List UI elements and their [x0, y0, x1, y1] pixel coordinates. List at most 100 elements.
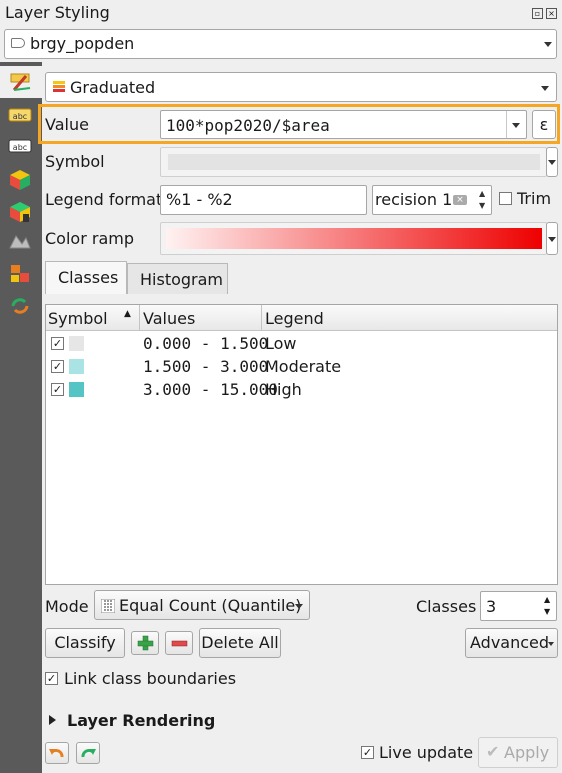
- svg-text:abc: abc: [13, 143, 27, 152]
- tab-history[interactable]: [8, 294, 32, 318]
- value-expression: 100*pop2020/$area: [166, 116, 330, 135]
- advanced-button[interactable]: Advanced: [465, 628, 558, 658]
- class-values: 0.000 - 1.500: [143, 334, 269, 353]
- renderer-selector[interactable]: Graduated: [45, 72, 557, 102]
- link-boundaries-label: Link class boundaries: [64, 669, 237, 688]
- diagram-icon: [10, 202, 30, 222]
- live-update-label: Live update: [379, 743, 474, 762]
- tab-classes[interactable]: Classes: [45, 261, 127, 294]
- clear-icon[interactable]: ×: [453, 195, 467, 205]
- divider: [261, 305, 262, 331]
- trim-checkbox[interactable]: [499, 192, 512, 205]
- trim-label: Trim: [517, 189, 552, 208]
- apply-label: Apply: [504, 743, 550, 762]
- divider: [506, 111, 507, 138]
- sort-asc-icon: ▲: [124, 309, 131, 319]
- graduated-icon: [53, 81, 65, 92]
- divider: [139, 305, 140, 331]
- rendering-icon: [11, 265, 29, 282]
- class-legend: High: [265, 380, 302, 399]
- expression-button[interactable]: ε: [532, 110, 556, 139]
- delete-all-button[interactable]: Delete All: [199, 628, 281, 658]
- link-boundaries-checkbox[interactable]: ✓: [45, 672, 58, 685]
- advanced-label: Advanced: [470, 633, 550, 652]
- undo-icon: [49, 749, 64, 758]
- chevron-down-icon: [544, 42, 552, 47]
- header-symbol[interactable]: Symbol: [48, 309, 108, 328]
- tab-histogram-label: Histogram: [140, 270, 223, 289]
- spin-up-icon[interactable]: ▲: [479, 189, 485, 199]
- float-icon[interactable]: ▫: [532, 8, 543, 19]
- table-header: Symbol ▲ Values Legend: [46, 305, 557, 331]
- row-checkbox[interactable]: ✓: [51, 360, 64, 373]
- class-values: 3.000 - 15.000: [143, 380, 278, 399]
- chevron-down-icon: [541, 86, 549, 91]
- polygon-layer-icon: [11, 38, 25, 48]
- legend-format-label: Legend format: [45, 190, 163, 209]
- value-expression-field[interactable]: 100*pop2020/$area: [160, 110, 527, 139]
- quantile-icon: [101, 599, 115, 613]
- minus-icon: [171, 640, 188, 647]
- apply-button[interactable]: ✔ Apply: [478, 737, 558, 768]
- spin-up-icon[interactable]: ▲: [544, 595, 550, 605]
- symbol-preview: [168, 154, 540, 170]
- chevron-down-icon: [548, 642, 554, 646]
- spin-down-icon[interactable]: ▼: [479, 201, 485, 211]
- add-class-button[interactable]: [131, 631, 159, 655]
- class-swatch[interactable]: [69, 359, 84, 374]
- class-values: 1.500 - 3.000: [143, 357, 269, 376]
- tab-masks[interactable]: abc: [8, 137, 32, 159]
- legend-format-input[interactable]: %1 - %2: [160, 185, 367, 215]
- color-ramp-button[interactable]: [160, 222, 547, 255]
- tab-fields[interactable]: [8, 232, 32, 254]
- tab-3d-view[interactable]: [8, 168, 32, 192]
- remove-class-button[interactable]: [165, 631, 193, 655]
- class-swatch[interactable]: [69, 382, 84, 397]
- paintbrush-icon: [10, 73, 31, 91]
- color-ramp-label: Color ramp: [45, 229, 134, 248]
- symbol-button[interactable]: [160, 147, 547, 177]
- mode-label: Mode: [45, 597, 89, 616]
- spin-down-icon[interactable]: ▼: [544, 607, 550, 617]
- classes-count-spinbox[interactable]: 3 ▲ ▼: [480, 591, 557, 621]
- plus-icon: [137, 635, 154, 651]
- row-checkbox[interactable]: ✓: [51, 383, 64, 396]
- cube-3d-icon: [10, 170, 30, 190]
- mode-selector[interactable]: Equal Count (Quantile): [94, 590, 310, 620]
- layer-selector[interactable]: brgy_popden: [4, 29, 557, 59]
- value-label: Value: [45, 115, 89, 134]
- layer-name: brgy_popden: [30, 34, 135, 53]
- layer-rendering-header[interactable]: Layer Rendering: [67, 711, 215, 730]
- tab-rendering[interactable]: [8, 262, 32, 286]
- undo-button[interactable]: [45, 742, 69, 764]
- symbol-dropdown[interactable]: [546, 147, 558, 177]
- classify-button[interactable]: Classify: [45, 628, 125, 658]
- precision-spinbox[interactable]: recision 1 × ▲ ▼: [372, 185, 492, 215]
- row-checkbox[interactable]: ✓: [51, 337, 64, 350]
- live-update-checkbox[interactable]: ✓: [361, 746, 374, 759]
- redo-button[interactable]: [76, 742, 100, 764]
- checkmark-icon: ✔: [486, 742, 500, 761]
- tab-labels[interactable]: abc: [8, 106, 32, 128]
- expand-triangle-icon[interactable]: [49, 715, 56, 725]
- color-ramp-preview: [166, 228, 542, 249]
- labels-icon: abc: [8, 108, 32, 122]
- color-ramp-dropdown[interactable]: [546, 222, 558, 255]
- tab-classes-label: Classes: [58, 268, 119, 287]
- tab-diagrams[interactable]: [8, 200, 32, 224]
- close-icon[interactable]: ×: [546, 8, 557, 19]
- svg-text:abc: abc: [13, 112, 27, 121]
- tab-symbology[interactable]: [0, 66, 42, 98]
- header-legend[interactable]: Legend: [265, 309, 324, 328]
- chevron-down-icon: [548, 237, 556, 242]
- class-legend: Low: [265, 334, 297, 353]
- class-swatch[interactable]: [69, 336, 84, 351]
- mask-labels-icon: abc: [8, 139, 32, 153]
- tab-histogram[interactable]: Histogram: [127, 263, 228, 294]
- header-values[interactable]: Values: [143, 309, 195, 328]
- classes-count-label: Classes: [416, 597, 477, 616]
- chevron-down-icon: [295, 604, 303, 609]
- legend-format-value: %1 - %2: [166, 190, 233, 209]
- symbol-label: Symbol: [45, 152, 105, 171]
- classes-table: Symbol ▲ Values Legend ✓ 0.000 - 1.500 L…: [45, 304, 558, 585]
